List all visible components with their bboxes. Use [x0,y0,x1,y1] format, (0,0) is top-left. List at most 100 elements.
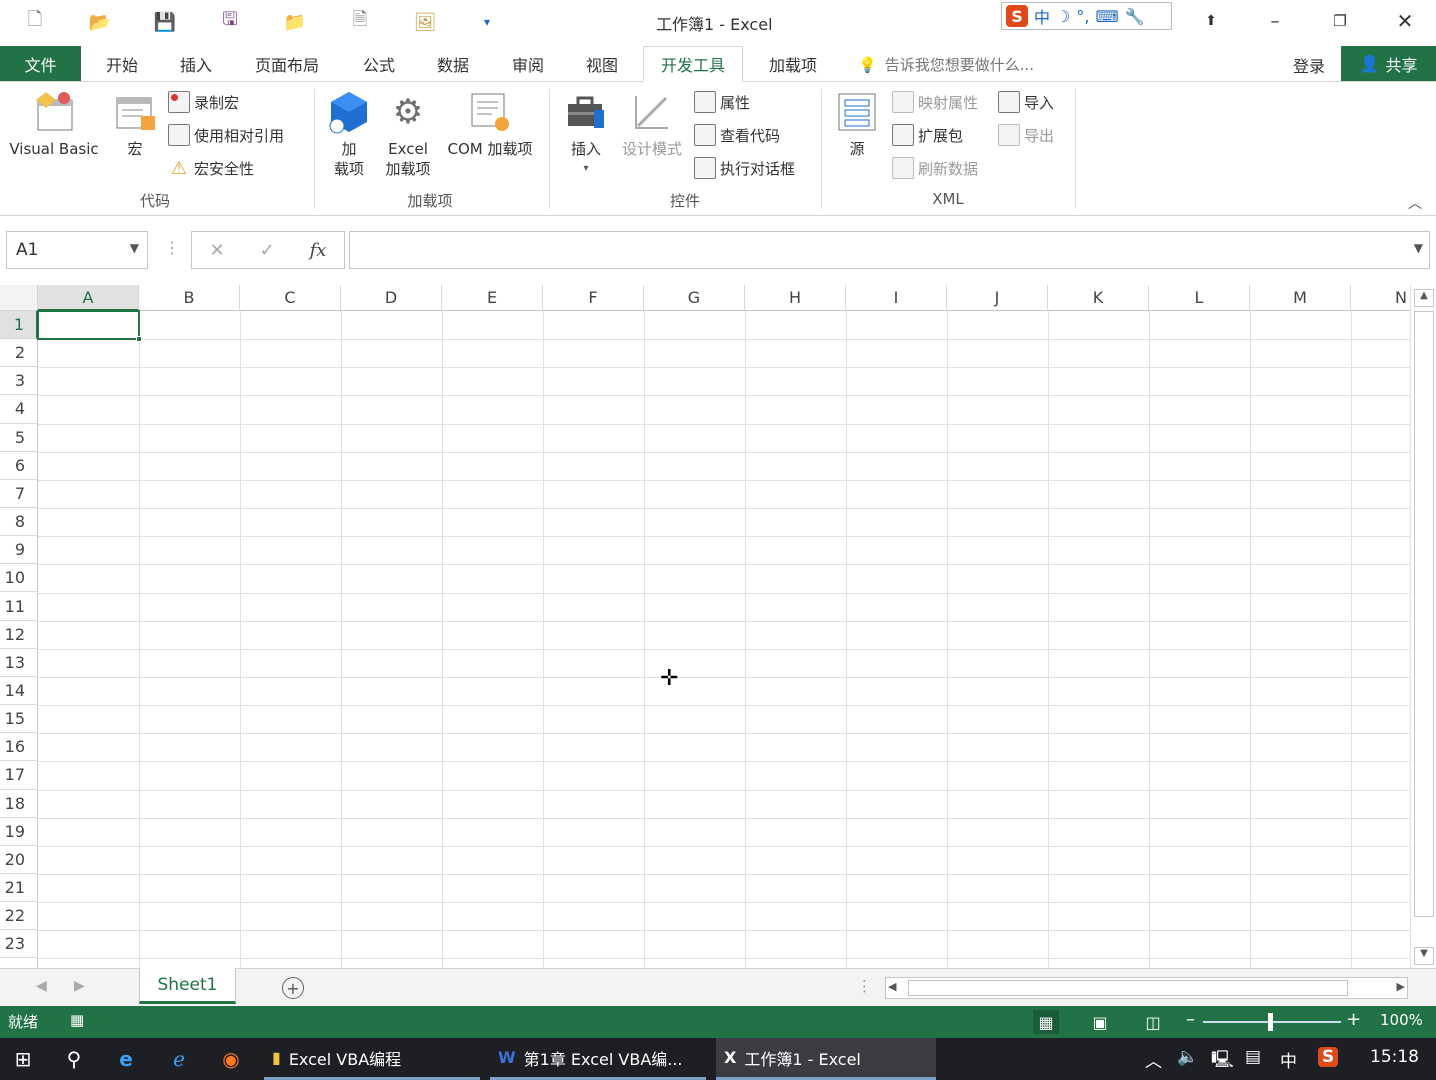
row-header[interactable]: 13 [0,648,38,677]
row-header[interactable]: 7 [0,479,38,509]
taskbar-app-excel[interactable]: X 工作簿1 - Excel [716,1038,936,1080]
edge-icon[interactable]: e [106,1044,146,1074]
sogou-tray-icon[interactable]: S [1318,1047,1339,1067]
zoom-slider-thumb[interactable] [1268,1013,1273,1031]
row-header[interactable]: 12 [0,620,38,649]
column-header-a[interactable]: A [38,285,139,311]
row-header[interactable]: 11 [0,592,38,621]
vertical-scrollbar[interactable]: ▲ ▼ [1410,285,1436,968]
ribbon-display-options-icon[interactable]: ⬆ [1189,6,1233,36]
insert-function-icon[interactable]: fx [310,240,327,261]
fill-handle[interactable] [136,336,142,342]
tab-review[interactable]: 审阅 [498,46,558,82]
xml-source-button[interactable]: 源 [834,89,880,159]
drag-handle-icon[interactable]: ⋮ [164,238,180,257]
row-header[interactable]: 14 [0,676,38,706]
row-header[interactable]: 3 [0,367,38,396]
worksheet-grid[interactable]: ABCDEFGHIJKLMN 1 2 3 4 5 6 7 8 9 10 11 12 13 14 15 16 17… [0,285,1410,968]
row-header[interactable]: 10 [0,564,38,593]
row-header[interactable]: 19 [0,817,38,846]
sheet-tab-sheet1[interactable]: Sheet1 [139,968,236,1004]
expansion-packs-button[interactable]: 扩展包 [892,122,963,148]
share-button[interactable]: 👤 共享 [1341,46,1436,81]
next-sheet-icon[interactable]: ▶ [74,978,85,994]
column-header-i[interactable]: I [846,285,947,311]
column-header-f[interactable]: F [543,285,644,311]
zoom-out-icon[interactable]: – [1186,1009,1195,1030]
tell-me-box[interactable]: 💡 告诉我您想要做什么... [858,54,1034,75]
open-folder-icon[interactable]: 📂 [85,8,115,36]
punctuation-icon[interactable]: °, [1076,7,1089,26]
row-header[interactable]: 20 [0,845,38,874]
search-icon[interactable]: ⚲ [54,1044,94,1074]
tab-formulas[interactable]: 公式 [349,46,409,82]
run-dialog-button[interactable]: 执行对话框 [694,155,795,181]
chevron-down-icon[interactable]: ▼ [130,241,139,255]
taskbar-app-folder[interactable]: ▮ Excel VBA编程 [264,1038,480,1080]
input-language-indicator[interactable]: 中 [1280,1047,1297,1072]
relative-reference-button[interactable]: 使用相对引用 [168,122,284,148]
tab-view[interactable]: 视图 [572,46,632,82]
select-all-button[interactable] [0,285,38,311]
ime-language[interactable]: 中 [1034,4,1050,28]
macros-button[interactable]: 宏 [110,89,160,159]
row-header[interactable]: 9 [0,536,38,565]
column-header-c[interactable]: C [240,285,341,311]
zoom-in-icon[interactable]: + [1346,1009,1361,1030]
normal-view-icon[interactable]: ▦ [1033,1010,1059,1034]
row-header[interactable]: 22 [0,902,38,931]
tab-data[interactable]: 数据 [423,46,483,82]
properties-button[interactable]: 属性 [694,89,750,115]
addins-button[interactable]: 加 载项 [325,89,373,179]
horizontal-scrollbar[interactable]: ◀ ▶ [885,977,1408,999]
column-header-g[interactable]: G [644,285,745,311]
close-icon[interactable]: ✕ [1383,6,1427,36]
prev-sheet-icon[interactable]: ◀ [36,978,47,994]
export-button[interactable]: 导出 [998,122,1054,148]
row-header[interactable]: 21 [0,874,38,903]
firefox-icon[interactable]: ◉ [211,1044,251,1074]
scroll-down-icon[interactable]: ▼ [1414,947,1434,965]
add-sheet-icon[interactable]: + [282,977,304,999]
formula-input[interactable]: ▼ [349,231,1430,269]
tab-page-layout[interactable]: 页面布局 [245,46,329,82]
row-header[interactable] [0,958,38,968]
moon-icon[interactable]: ☽ [1056,7,1070,26]
print-preview-icon[interactable]: 🖼 [410,8,440,36]
record-macro-button[interactable]: 录制宏 [168,89,239,115]
wrench-icon[interactable]: 🔧 [1125,7,1145,26]
minimize-icon[interactable]: – [1253,6,1297,36]
row-header[interactable]: 1 [0,311,38,340]
macro-recording-icon[interactable]: ▦ [70,1011,84,1029]
vertical-scroll-thumb[interactable] [1414,311,1434,917]
column-header-n[interactable]: N [1351,285,1410,311]
customize-qat-icon[interactable]: ▾ [472,8,502,36]
com-addins-button[interactable]: COM 加载项 [440,89,540,159]
column-header-k[interactable]: K [1048,285,1149,311]
column-header-d[interactable]: D [341,285,442,311]
row-header[interactable]: 18 [0,789,38,818]
keyboard-icon[interactable]: ⌨ [1095,7,1118,26]
active-cell[interactable] [37,310,142,342]
restore-icon[interactable]: ❐ [1318,6,1362,36]
windows-start-icon[interactable]: ⊞ [3,1044,43,1074]
zoom-level[interactable]: 100% [1380,1011,1423,1029]
tab-file[interactable]: 文件 [0,46,81,81]
taskbar-app-word[interactable]: W 第1章 Excel VBA编... [490,1038,706,1080]
ie-icon[interactable]: ℯ [159,1044,199,1074]
row-header[interactable]: 8 [0,508,38,537]
row-header[interactable]: 17 [0,761,38,790]
tab-home[interactable]: 开始 [91,46,153,82]
row-header[interactable]: 15 [0,705,38,734]
new-file-icon[interactable]: 🗋 [20,8,50,36]
import-button[interactable]: 导入 [998,89,1054,115]
refresh-data-button[interactable]: 刷新数据 [892,155,978,181]
scroll-left-icon[interactable]: ◀ [888,980,896,993]
scroll-up-icon[interactable]: ▲ [1414,289,1434,307]
column-header-l[interactable]: L [1149,285,1250,311]
page-break-view-icon[interactable]: ◫ [1140,1010,1166,1034]
column-header-h[interactable]: H [745,285,846,311]
insert-control-button[interactable]: 插入 ▾ [560,89,612,179]
row-header[interactable]: 16 [0,733,38,762]
name-box[interactable]: A1 ▼ [6,231,148,269]
